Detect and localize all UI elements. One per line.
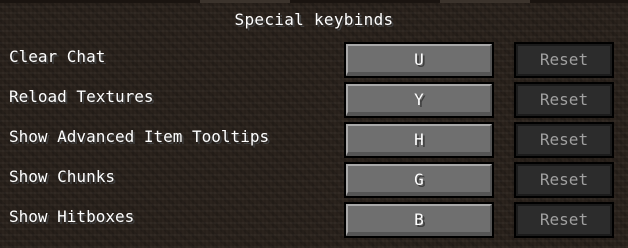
keybind-row-reload-textures: Reload Textures Y Reset <box>0 82 628 118</box>
keybind-label: Show Advanced Item Tooltips <box>9 127 270 146</box>
keybind-button-reload-textures[interactable]: Y <box>344 82 494 118</box>
reset-button-show-chunks[interactable]: Reset <box>514 162 614 198</box>
keybind-label: Reload Textures <box>9 87 154 106</box>
keybind-label: Show Hitboxes <box>9 207 135 226</box>
keybind-row-show-hitboxes: Show Hitboxes B Reset <box>0 202 628 238</box>
reset-button-advanced-tooltips[interactable]: Reset <box>514 122 614 158</box>
keybind-label: Clear Chat <box>9 47 106 66</box>
keybind-button-show-chunks[interactable]: G <box>344 162 494 198</box>
section-heading: Special keybinds <box>234 10 394 29</box>
keybind-row-show-chunks: Show Chunks G Reset <box>0 162 628 198</box>
reset-button-clear-chat[interactable]: Reset <box>514 42 614 78</box>
top-edge-segment <box>440 0 530 3</box>
top-edge <box>0 0 628 3</box>
keybind-button-advanced-tooltips[interactable]: H <box>344 122 494 158</box>
keybind-row-advanced-tooltips: Show Advanced Item Tooltips H Reset <box>0 122 628 158</box>
keybind-button-show-hitboxes[interactable]: B <box>344 202 494 238</box>
keybind-label: Show Chunks <box>9 167 115 186</box>
keybind-button-clear-chat[interactable]: U <box>344 42 494 78</box>
top-edge-segment <box>200 0 290 3</box>
reset-button-show-hitboxes[interactable]: Reset <box>514 202 614 238</box>
keybind-row-clear-chat: Clear Chat U Reset <box>0 42 628 78</box>
reset-button-reload-textures[interactable]: Reset <box>514 82 614 118</box>
